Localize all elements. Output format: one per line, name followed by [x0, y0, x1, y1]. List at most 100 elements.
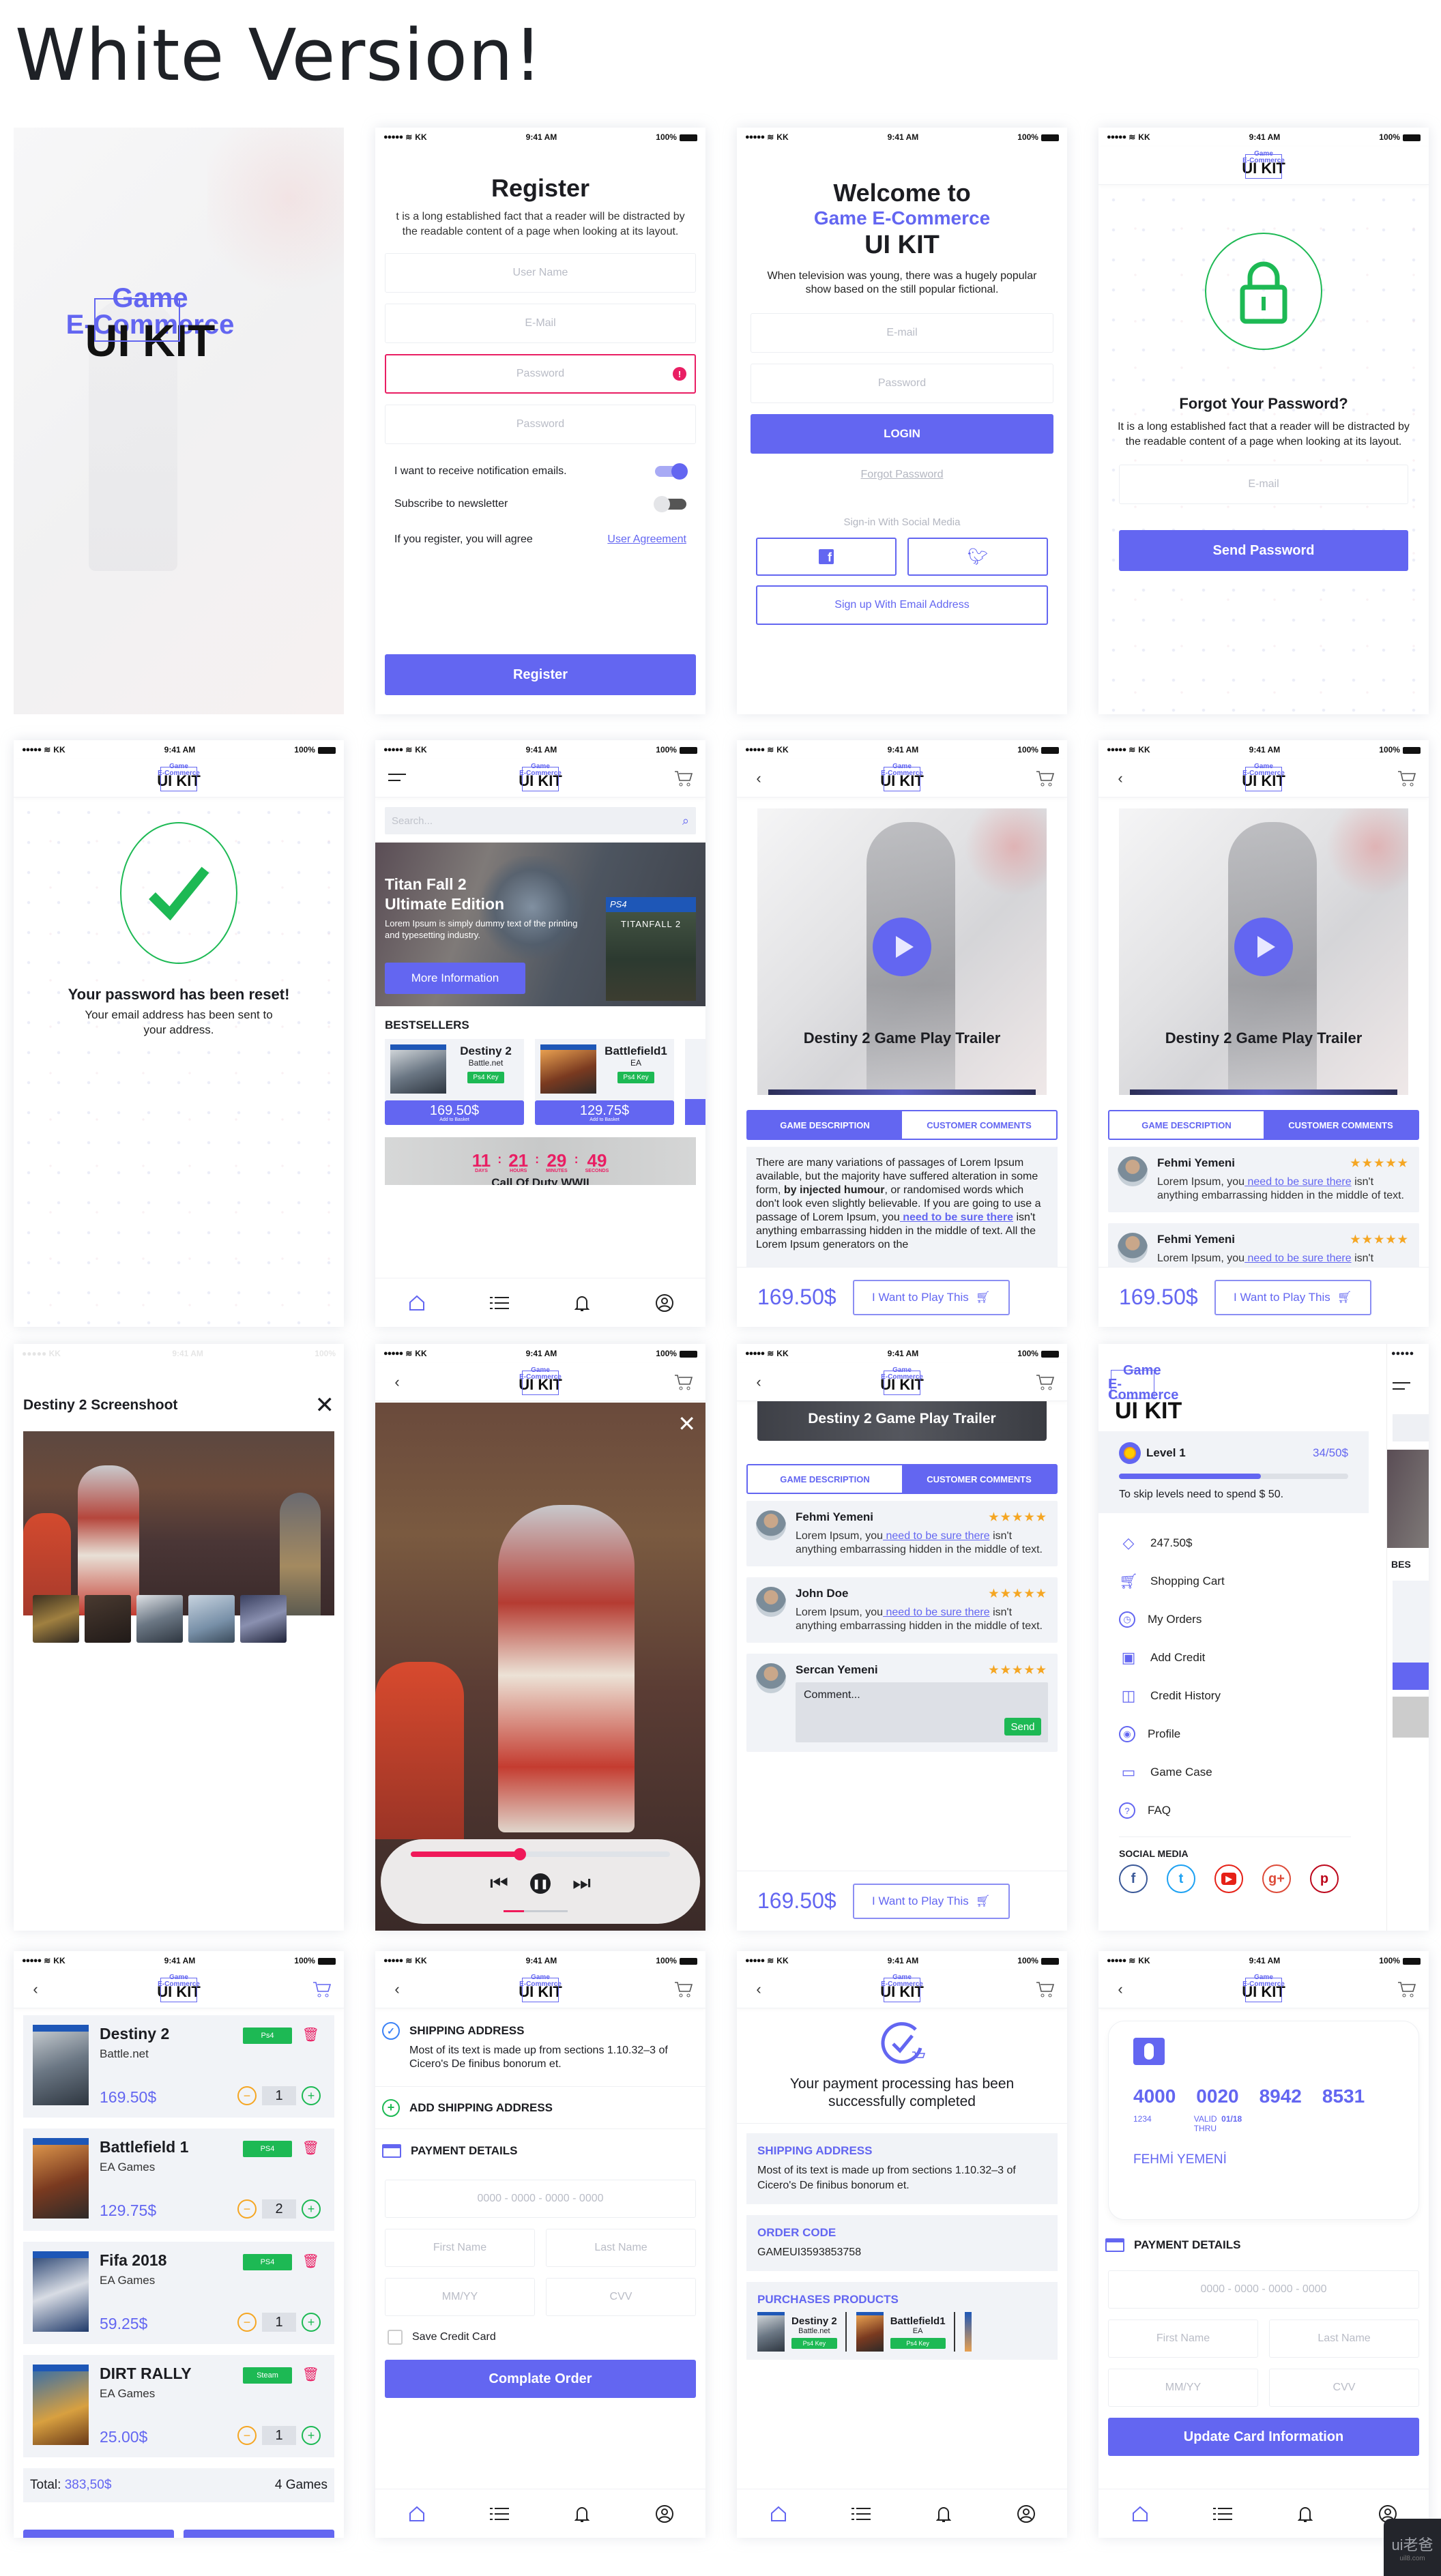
purchased-product[interactable]: Destiny 2 Battle.net Ps4 Key — [757, 2312, 847, 2352]
screenshot-thumbnail[interactable] — [188, 1595, 235, 1643]
email-input[interactable]: E-mail — [751, 313, 1053, 353]
home-tab-icon[interactable] — [407, 2504, 427, 2524]
list-tab-icon[interactable] — [1212, 2504, 1233, 2524]
close-icon[interactable]: ✕ — [678, 1411, 696, 1437]
tab-game-description[interactable]: GAME DESCRIPTION — [748, 1465, 902, 1493]
screenshot-thumbnail[interactable] — [33, 1595, 79, 1643]
tab-customer-comments[interactable]: CUSTOMER COMMENTS — [1264, 1111, 1418, 1139]
cart-icon[interactable] — [1036, 769, 1055, 788]
back-icon[interactable]: ‹ — [1111, 1980, 1130, 1999]
profile-tab-icon[interactable] — [654, 1293, 675, 1313]
next-icon[interactable]: ⏭ — [572, 1872, 591, 1895]
notifications-tab-icon[interactable] — [1295, 2504, 1315, 2524]
back-icon[interactable]: ‹ — [388, 1980, 407, 1999]
first-name-input[interactable]: First Name — [1108, 2319, 1258, 2358]
signup-email-button[interactable]: Sign up With Email Address — [756, 585, 1048, 625]
complete-order-button[interactable]: Complate Order — [385, 2360, 696, 2398]
register-button[interactable]: Register — [385, 654, 696, 695]
pinterest-icon[interactable]: p — [1310, 1864, 1339, 1893]
login-button[interactable]: LOGIN — [751, 414, 1053, 454]
want-to-play-button[interactable]: I Want to Play This 🛒︎ — [852, 1883, 1010, 1919]
cart-icon[interactable] — [674, 1373, 693, 1392]
add-shipping-button[interactable]: + ADD SHIPPING ADDRESS — [375, 2087, 705, 2129]
youtube-icon[interactable]: ▶ — [1214, 1864, 1243, 1893]
pay-with-balance-button[interactable]: Pay With Balance — [23, 2530, 174, 2538]
close-icon[interactable]: ✕ — [315, 1392, 335, 1419]
video-frame[interactable]: ✕ ⏮ ❚❚ ⏭ — [375, 1403, 705, 1931]
last-name-input[interactable]: Last Name — [546, 2229, 696, 2267]
notifications-tab-icon[interactable] — [572, 1293, 592, 1313]
user-agreement-link[interactable]: User Agreement — [607, 533, 686, 546]
menu-item[interactable]: ▭ Game Case — [1098, 1753, 1371, 1791]
trash-icon[interactable]: 🗑︎ — [302, 2366, 319, 2383]
register-field[interactable]: Password ! — [385, 354, 696, 394]
update-card-button[interactable]: Update Card Information — [1108, 2418, 1419, 2456]
increase-button[interactable]: + — [302, 2313, 321, 2332]
decrease-button[interactable]: − — [237, 2086, 257, 2105]
twitter-icon[interactable]: t — [1167, 1864, 1195, 1893]
play-icon[interactable] — [1234, 918, 1293, 976]
trash-icon[interactable]: 🗑︎ — [302, 2139, 319, 2156]
save-card-checkbox[interactable] — [388, 2330, 403, 2345]
first-name-input[interactable]: First Name — [385, 2229, 535, 2267]
profile-tab-icon[interactable] — [1016, 2504, 1036, 2524]
cvv-input[interactable]: CVV — [546, 2278, 696, 2316]
increase-button[interactable]: + — [302, 2086, 321, 2105]
card-number-input[interactable]: 0000 - 0000 - 0000 - 0000 — [1108, 2270, 1419, 2309]
bestseller-card[interactable]: Battlefield1 EA Ps4 Key 129.75$ Add to B… — [535, 1039, 674, 1125]
want-to-play-button[interactable]: I Want to Play This 🛒︎ — [1214, 1279, 1371, 1315]
more-information-button[interactable]: More Information — [385, 963, 525, 994]
play-icon[interactable] — [873, 918, 931, 976]
expiry-input[interactable]: MM/YY — [385, 2278, 535, 2316]
card-number-input[interactable]: 0000 - 0000 - 0000 - 0000 — [385, 2180, 696, 2218]
screenshot-thumbnail[interactable] — [136, 1595, 183, 1643]
add-to-basket-button[interactable]: 129.75$ Add to Basket — [535, 1100, 674, 1125]
notify-toggle[interactable] — [655, 463, 688, 480]
tab-customer-comments[interactable]: CUSTOMER COMMENTS — [902, 1465, 1056, 1493]
home-tab-icon[interactable] — [407, 1293, 427, 1313]
screenshot-thumbnail[interactable] — [240, 1595, 287, 1643]
tab-customer-comments[interactable]: CUSTOMER COMMENTS — [902, 1111, 1056, 1139]
comment-input[interactable]: Comment... Send — [796, 1682, 1048, 1742]
google-plus-icon[interactable]: g+ — [1262, 1864, 1291, 1893]
forgot-email-input[interactable]: E-mail — [1119, 465, 1408, 504]
home-tab-icon[interactable] — [1130, 2504, 1150, 2524]
back-icon[interactable]: ‹ — [26, 1980, 45, 1999]
back-icon[interactable]: ‹ — [749, 1373, 768, 1392]
decrease-button[interactable]: − — [237, 2199, 257, 2219]
register-field[interactable]: E-Mail — [385, 304, 696, 343]
back-icon[interactable]: ‹ — [1111, 769, 1130, 788]
notifications-tab-icon[interactable] — [933, 2504, 954, 2524]
back-icon[interactable]: ‹ — [749, 1980, 768, 1999]
seek-handle[interactable] — [513, 1848, 526, 1860]
purchased-product[interactable]: Battlefield1 EA Ps4 Key — [856, 2312, 955, 2352]
want-to-play-button[interactable]: I Want to Play This 🛒︎ — [852, 1279, 1010, 1315]
cart-icon[interactable] — [1397, 769, 1416, 788]
trailer-mini[interactable]: Destiny 2 Game Play Trailer — [757, 1401, 1047, 1441]
home-tab-icon[interactable] — [768, 2504, 789, 2524]
decrease-button[interactable]: − — [237, 2426, 257, 2445]
increase-button[interactable]: + — [302, 2426, 321, 2445]
search-icon[interactable]: ⌕ — [682, 814, 689, 828]
trash-icon[interactable]: 🗑︎ — [302, 2253, 319, 2270]
menu-item[interactable]: ◇ 247.50$ — [1098, 1524, 1371, 1562]
bestseller-card[interactable]: Destiny 2 Battle.net Ps4 Key 169.50$ Add… — [385, 1039, 524, 1125]
list-tab-icon[interactable] — [851, 2504, 871, 2524]
facebook-icon[interactable]: f — [1119, 1864, 1148, 1893]
menu-item[interactable]: 🛒︎ Shopping Cart — [1098, 1562, 1371, 1600]
cart-icon[interactable] — [674, 769, 693, 788]
last-name-input[interactable]: Last Name — [1269, 2319, 1419, 2358]
volume-bar[interactable] — [504, 1910, 568, 1912]
pause-icon[interactable]: ❚❚ — [530, 1873, 551, 1894]
pay-by-card-button[interactable]: Pay by Card — [184, 2530, 334, 2538]
password-input[interactable]: Password — [751, 364, 1053, 403]
menu-item[interactable]: ◫ Credit History — [1098, 1677, 1371, 1715]
menu-item[interactable]: ▣ Add Credit — [1098, 1639, 1371, 1677]
forgot-password-link[interactable]: Forgot Password — [737, 469, 1067, 481]
previous-icon[interactable]: ⏮ — [490, 1872, 508, 1895]
expiry-input[interactable]: MM/YY — [1108, 2369, 1258, 2407]
facebook-login-button[interactable]: f — [756, 538, 897, 576]
menu-item[interactable]: ◉ Profile — [1098, 1715, 1371, 1753]
cart-icon[interactable] — [1397, 1980, 1416, 1999]
trailer-video[interactable]: Destiny 2 Game Play Trailer — [757, 808, 1047, 1095]
